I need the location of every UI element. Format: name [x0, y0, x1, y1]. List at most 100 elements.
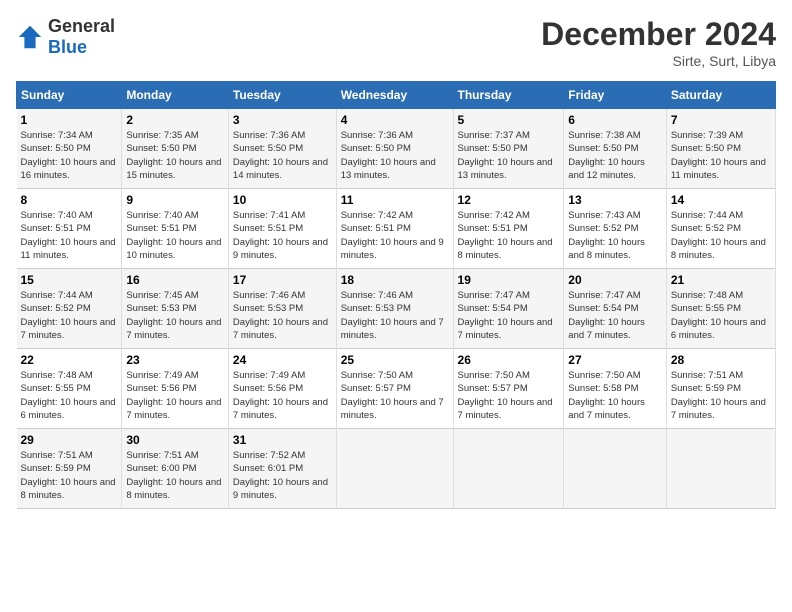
day-number: 28	[671, 353, 771, 367]
day-info: Sunrise: 7:39 AMSunset: 5:50 PMDaylight:…	[671, 130, 766, 181]
day-info: Sunrise: 7:48 AMSunset: 5:55 PMDaylight:…	[671, 290, 766, 341]
day-info: Sunrise: 7:51 AMSunset: 5:59 PMDaylight:…	[21, 450, 116, 501]
calendar-cell: 13 Sunrise: 7:43 AMSunset: 5:52 PMDayligh…	[564, 189, 667, 269]
calendar-cell: 20 Sunrise: 7:47 AMSunset: 5:54 PMDayligh…	[564, 269, 667, 349]
calendar-week-row: 1 Sunrise: 7:34 AMSunset: 5:50 PMDaylight…	[17, 109, 776, 189]
calendar-cell: 14 Sunrise: 7:44 AMSunset: 5:52 PMDayligh…	[666, 189, 775, 269]
day-number: 16	[126, 273, 224, 287]
day-number: 6	[568, 113, 662, 127]
calendar-week-row: 8Sunrise: 7:40 AMSunset: 5:51 PMDaylight…	[17, 189, 776, 269]
col-monday: Monday	[122, 82, 229, 109]
calendar-cell: 11 Sunrise: 7:42 AMSunset: 5:51 PMDayligh…	[336, 189, 453, 269]
day-number: 17	[233, 273, 332, 287]
col-sunday: Sunday	[17, 82, 122, 109]
day-number: 20	[568, 273, 662, 287]
day-number: 5	[458, 113, 560, 127]
calendar-cell: 15Sunrise: 7:44 AMSunset: 5:52 PMDayligh…	[17, 269, 122, 349]
day-number: 27	[568, 353, 662, 367]
calendar-cell: 9 Sunrise: 7:40 AMSunset: 5:51 PMDaylight…	[122, 189, 229, 269]
day-info: Sunrise: 7:47 AMSunset: 5:54 PMDaylight:…	[568, 290, 645, 341]
day-info: Sunrise: 7:44 AMSunset: 5:52 PMDaylight:…	[671, 210, 766, 261]
calendar-cell: 27 Sunrise: 7:50 AMSunset: 5:58 PMDayligh…	[564, 349, 667, 429]
day-number: 13	[568, 193, 662, 207]
day-info: Sunrise: 7:49 AMSunset: 5:56 PMDaylight:…	[233, 370, 328, 421]
day-info: Sunrise: 7:44 AMSunset: 5:52 PMDaylight:…	[21, 290, 116, 341]
calendar-cell: 25 Sunrise: 7:50 AMSunset: 5:57 PMDayligh…	[336, 349, 453, 429]
day-info: Sunrise: 7:36 AMSunset: 5:50 PMDaylight:…	[233, 130, 328, 181]
page-header: General Blue December 2024 Sirte, Surt, …	[16, 16, 776, 69]
col-thursday: Thursday	[453, 82, 564, 109]
day-number: 21	[671, 273, 771, 287]
day-info: Sunrise: 7:43 AMSunset: 5:52 PMDaylight:…	[568, 210, 645, 261]
day-info: Sunrise: 7:41 AMSunset: 5:51 PMDaylight:…	[233, 210, 328, 261]
col-wednesday: Wednesday	[336, 82, 453, 109]
day-info: Sunrise: 7:40 AMSunset: 5:51 PMDaylight:…	[21, 210, 116, 261]
day-info: Sunrise: 7:46 AMSunset: 5:53 PMDaylight:…	[341, 290, 444, 341]
day-info: Sunrise: 7:51 AMSunset: 5:59 PMDaylight:…	[671, 370, 766, 421]
calendar-cell: 21 Sunrise: 7:48 AMSunset: 5:55 PMDayligh…	[666, 269, 775, 349]
day-number: 2	[126, 113, 224, 127]
day-info: Sunrise: 7:52 AMSunset: 6:01 PMDaylight:…	[233, 450, 328, 501]
day-info: Sunrise: 7:34 AMSunset: 5:50 PMDaylight:…	[21, 130, 116, 181]
calendar-cell: 2 Sunrise: 7:35 AMSunset: 5:50 PMDaylight…	[122, 109, 229, 189]
col-friday: Friday	[564, 82, 667, 109]
day-info: Sunrise: 7:50 AMSunset: 5:58 PMDaylight:…	[568, 370, 645, 421]
day-info: Sunrise: 7:42 AMSunset: 5:51 PMDaylight:…	[341, 210, 444, 261]
calendar-cell: 12 Sunrise: 7:42 AMSunset: 5:51 PMDayligh…	[453, 189, 564, 269]
day-number: 26	[458, 353, 560, 367]
day-info: Sunrise: 7:47 AMSunset: 5:54 PMDaylight:…	[458, 290, 553, 341]
day-info: Sunrise: 7:51 AMSunset: 6:00 PMDaylight:…	[126, 450, 221, 501]
col-tuesday: Tuesday	[228, 82, 336, 109]
calendar-cell: 24 Sunrise: 7:49 AMSunset: 5:56 PMDayligh…	[228, 349, 336, 429]
day-info: Sunrise: 7:40 AMSunset: 5:51 PMDaylight:…	[126, 210, 221, 261]
day-number: 24	[233, 353, 332, 367]
day-number: 18	[341, 273, 449, 287]
calendar-cell: 31 Sunrise: 7:52 AMSunset: 6:01 PMDayligh…	[228, 429, 336, 509]
day-info: Sunrise: 7:50 AMSunset: 5:57 PMDaylight:…	[341, 370, 444, 421]
calendar-cell: 16Sunrise: 7:45 AMSunset: 5:53 PMDayligh…	[122, 269, 229, 349]
calendar-cell: 5Sunrise: 7:37 AMSunset: 5:50 PMDaylight…	[453, 109, 564, 189]
day-info: Sunrise: 7:46 AMSunset: 5:53 PMDaylight:…	[233, 290, 328, 341]
calendar-cell: 17 Sunrise: 7:46 AMSunset: 5:53 PMDayligh…	[228, 269, 336, 349]
calendar-cell: 22 Sunrise: 7:48 AMSunset: 5:55 PMDayligh…	[17, 349, 122, 429]
calendar-cell: 29 Sunrise: 7:51 AMSunset: 5:59 PMDayligh…	[17, 429, 122, 509]
calendar-cell: 23Sunrise: 7:49 AMSunset: 5:56 PMDayligh…	[122, 349, 229, 429]
day-number: 30	[126, 433, 224, 447]
calendar-week-row: 15Sunrise: 7:44 AMSunset: 5:52 PMDayligh…	[17, 269, 776, 349]
day-number: 25	[341, 353, 449, 367]
day-number: 22	[21, 353, 118, 367]
calendar-cell: 1 Sunrise: 7:34 AMSunset: 5:50 PMDaylight…	[17, 109, 122, 189]
day-number: 31	[233, 433, 332, 447]
day-info: Sunrise: 7:42 AMSunset: 5:51 PMDaylight:…	[458, 210, 553, 261]
calendar-table: Sunday Monday Tuesday Wednesday Thursday…	[16, 81, 776, 509]
calendar-cell: 8Sunrise: 7:40 AMSunset: 5:51 PMDaylight…	[17, 189, 122, 269]
day-number: 1	[21, 113, 118, 127]
calendar-cell: 10 Sunrise: 7:41 AMSunset: 5:51 PMDayligh…	[228, 189, 336, 269]
day-number: 19	[458, 273, 560, 287]
day-number: 10	[233, 193, 332, 207]
day-number: 14	[671, 193, 771, 207]
calendar-cell	[453, 429, 564, 509]
day-info: Sunrise: 7:48 AMSunset: 5:55 PMDaylight:…	[21, 370, 116, 421]
day-info: Sunrise: 7:36 AMSunset: 5:50 PMDaylight:…	[341, 130, 436, 181]
calendar-cell	[564, 429, 667, 509]
day-number: 12	[458, 193, 560, 207]
day-info: Sunrise: 7:49 AMSunset: 5:56 PMDaylight:…	[126, 370, 221, 421]
day-number: 11	[341, 193, 449, 207]
title-block: December 2024 Sirte, Surt, Libya	[541, 16, 776, 69]
calendar-week-row: 29 Sunrise: 7:51 AMSunset: 5:59 PMDayligh…	[17, 429, 776, 509]
calendar-cell: 3 Sunrise: 7:36 AMSunset: 5:50 PMDaylight…	[228, 109, 336, 189]
calendar-cell: 4 Sunrise: 7:36 AMSunset: 5:50 PMDaylight…	[336, 109, 453, 189]
calendar-week-row: 22 Sunrise: 7:48 AMSunset: 5:55 PMDayligh…	[17, 349, 776, 429]
day-number: 4	[341, 113, 449, 127]
day-number: 9	[126, 193, 224, 207]
col-saturday: Saturday	[666, 82, 775, 109]
day-info: Sunrise: 7:35 AMSunset: 5:50 PMDaylight:…	[126, 130, 221, 181]
calendar-cell: 18 Sunrise: 7:46 AMSunset: 5:53 PMDayligh…	[336, 269, 453, 349]
day-number: 29	[21, 433, 118, 447]
logo-icon	[16, 23, 44, 51]
day-info: Sunrise: 7:50 AMSunset: 5:57 PMDaylight:…	[458, 370, 553, 421]
day-number: 3	[233, 113, 332, 127]
day-number: 7	[671, 113, 771, 127]
calendar-cell: 6Sunrise: 7:38 AMSunset: 5:50 PMDaylight…	[564, 109, 667, 189]
